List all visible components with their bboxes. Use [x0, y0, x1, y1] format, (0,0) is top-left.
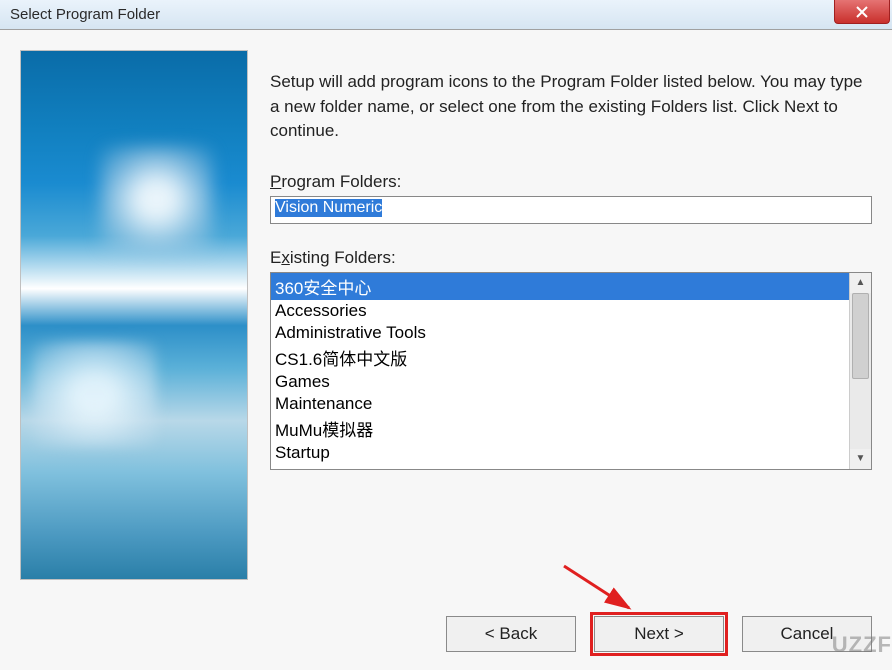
program-folder-value: Vision Numeric — [275, 199, 382, 217]
program-folders-label: Program Folders: — [270, 172, 872, 192]
program-folder-input[interactable]: Vision Numeric — [270, 196, 872, 224]
close-icon — [856, 6, 868, 18]
back-button[interactable]: < Back — [446, 616, 576, 652]
scroll-thumb[interactable] — [852, 293, 869, 379]
scroll-down-button[interactable]: ▼ — [851, 449, 871, 469]
scroll-up-button[interactable]: ▲ — [851, 273, 871, 293]
list-item[interactable]: 360安全中心 — [271, 273, 849, 300]
list-item[interactable]: Maintenance — [271, 393, 849, 415]
description-text: Setup will add program icons to the Prog… — [270, 70, 872, 144]
watermark: UZZF — [832, 632, 892, 658]
existing-folders-list-container: 360安全中心AccessoriesAdministrative ToolsCS… — [270, 272, 872, 470]
main-content: Setup will add program icons to the Prog… — [270, 50, 872, 590]
list-item[interactable]: Accessories — [271, 300, 849, 322]
wizard-sidebar-image — [20, 50, 248, 580]
existing-folders-label: Existing Folders: — [270, 248, 872, 268]
scroll-track[interactable] — [850, 293, 871, 449]
list-item[interactable]: MuMu模拟器 — [271, 415, 849, 442]
content-area: Setup will add program icons to the Prog… — [0, 30, 892, 590]
scrollbar[interactable]: ▲ ▼ — [849, 273, 871, 469]
list-item[interactable]: CS1.6简体中文版 — [271, 344, 849, 371]
close-button[interactable] — [834, 0, 890, 24]
list-item[interactable]: Administrative Tools — [271, 322, 849, 344]
button-bar: < Back Next > Cancel — [446, 616, 872, 652]
window-title: Select Program Folder — [10, 6, 160, 23]
list-item[interactable]: Games — [271, 371, 849, 393]
existing-folders-list[interactable]: 360安全中心AccessoriesAdministrative ToolsCS… — [271, 273, 849, 469]
window-body: Setup will add program icons to the Prog… — [0, 30, 892, 670]
list-item[interactable]: Startup — [271, 442, 849, 464]
titlebar: Select Program Folder — [0, 0, 892, 30]
next-button[interactable]: Next > — [594, 616, 724, 652]
